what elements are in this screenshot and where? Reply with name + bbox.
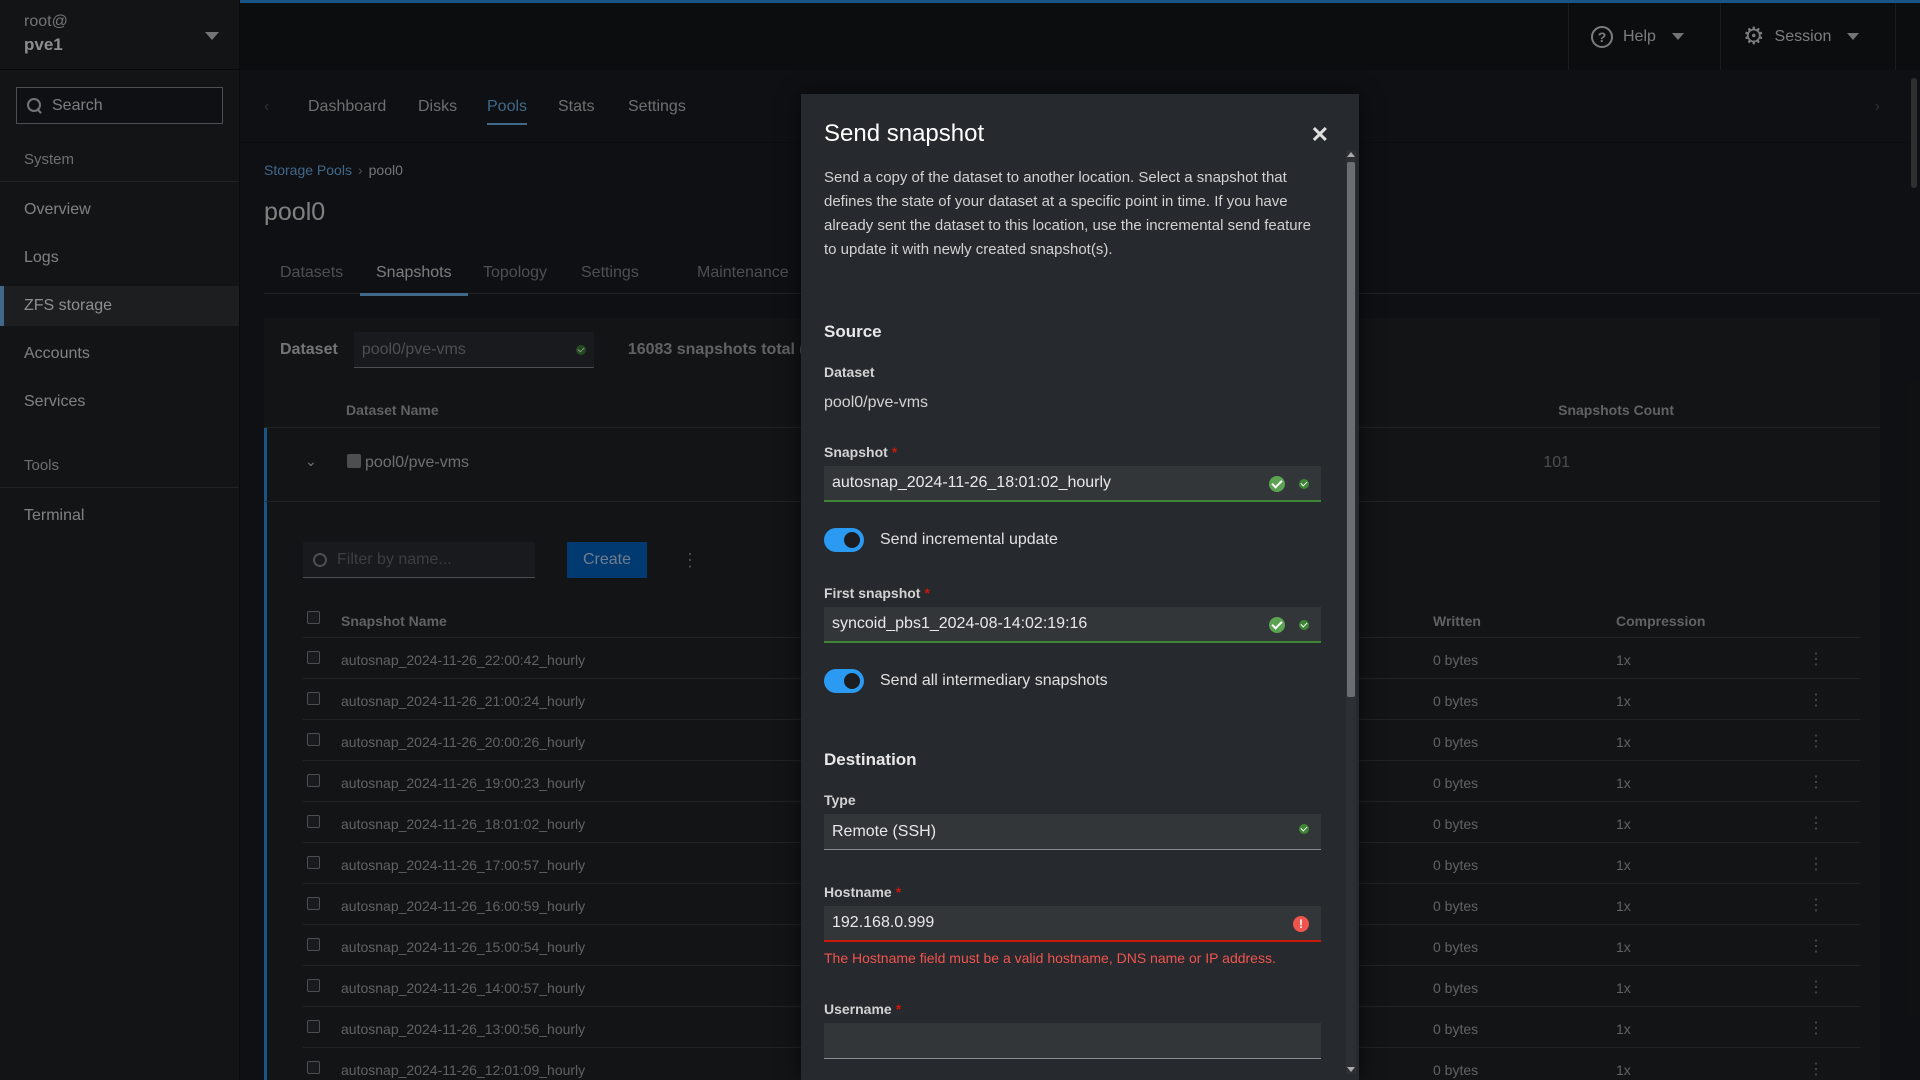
- required-mark: *: [895, 884, 902, 900]
- modal-scrollbar[interactable]: [1346, 150, 1356, 1074]
- first-snapshot-label-text: First snapshot: [824, 585, 921, 601]
- hostname-value: 192.168.0.999: [832, 914, 935, 931]
- required-mark: *: [895, 1001, 902, 1017]
- snapshot-field-label: Snapshot *: [824, 444, 897, 460]
- error-icon: !: [1293, 916, 1309, 932]
- hostname-field-label: Hostname *: [824, 884, 901, 900]
- hostname-label-text: Hostname: [824, 884, 892, 900]
- intermediary-label: Send all intermediary snapshots: [880, 672, 1108, 689]
- check-circle-small-icon: [1299, 620, 1309, 630]
- send-snapshot-modal: Send snapshot ✕ Send a copy of the datas…: [801, 94, 1359, 1080]
- dataset-field-value: pool0/pve-vms: [824, 394, 929, 411]
- intermediary-toggle[interactable]: [824, 669, 864, 693]
- check-circle-small-icon: [1299, 479, 1309, 489]
- scroll-up-icon[interactable]: [1347, 152, 1355, 157]
- dataset-field-label: Dataset: [824, 364, 875, 380]
- scrollbar-thumb[interactable]: [1347, 162, 1355, 697]
- snapshot-select-value: autosnap_2024-11-26_18:01:02_hourly: [832, 474, 1112, 491]
- close-icon[interactable]: ✕: [1311, 122, 1329, 148]
- type-select-value: Remote (SSH): [832, 822, 937, 840]
- first-snapshot-value: syncoid_pbs1_2024-08-14:02:19:16: [832, 615, 1088, 632]
- hostname-input[interactable]: 192.168.0.999 !: [824, 906, 1321, 942]
- modal-description: Send a copy of the dataset to another lo…: [824, 169, 1311, 258]
- check-circle-small-icon: [1299, 824, 1309, 834]
- check-circle-icon: [1269, 476, 1285, 492]
- incremental-label: Send incremental update: [880, 531, 1058, 548]
- incremental-toggle[interactable]: [824, 528, 864, 552]
- username-input[interactable]: [824, 1023, 1321, 1059]
- snapshot-label-text: Snapshot: [824, 444, 888, 460]
- required-mark: *: [924, 585, 930, 601]
- destination-heading: Destination: [824, 750, 917, 769]
- source-heading: Source: [824, 322, 882, 341]
- first-snapshot-select[interactable]: syncoid_pbs1_2024-08-14:02:19:16: [824, 607, 1321, 643]
- scroll-down-icon[interactable]: [1347, 1067, 1355, 1072]
- modal-title: Send snapshot: [824, 120, 985, 147]
- hostname-error: The Hostname field must be a valid hostn…: [824, 950, 1276, 966]
- type-field-label: Type: [824, 792, 856, 808]
- modal-body: Send a copy of the dataset to another lo…: [824, 166, 1321, 1080]
- snapshot-select[interactable]: autosnap_2024-11-26_18:01:02_hourly: [824, 466, 1321, 502]
- required-mark: *: [891, 444, 898, 460]
- type-select[interactable]: Remote (SSH): [824, 814, 1321, 850]
- username-field-label: Username *: [824, 1001, 901, 1017]
- check-circle-icon: [1269, 617, 1285, 633]
- username-label-text: Username: [824, 1001, 892, 1017]
- first-snapshot-field-label: First snapshot *: [824, 585, 930, 601]
